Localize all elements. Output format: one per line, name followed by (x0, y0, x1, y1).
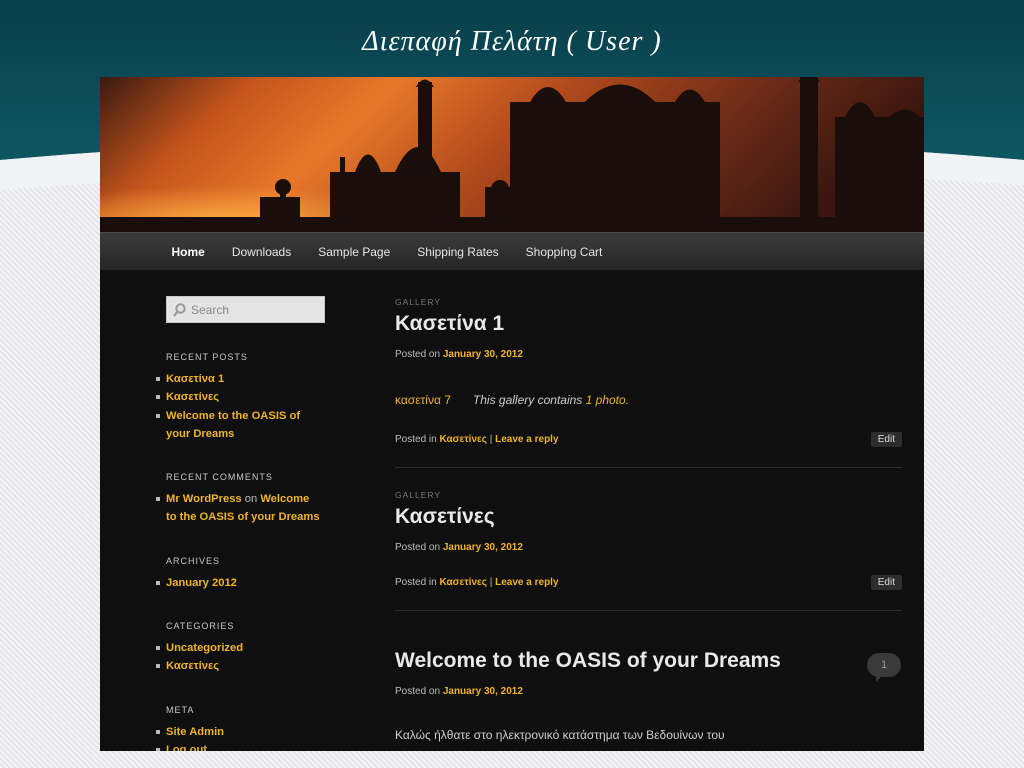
search-box[interactable] (166, 296, 325, 323)
post-date-link[interactable]: January 30, 2012 (443, 349, 523, 360)
post-welcome: Welcome to the OASIS of your Dreams 1 Po… (395, 649, 902, 742)
gallery-text: This gallery contains (472, 393, 583, 407)
recent-post-link[interactable]: Κασετίνες (156, 388, 346, 406)
post-meta: Posted on January 30, 2012 (395, 349, 902, 360)
comment-on-text: on (244, 493, 258, 506)
nav-item-downloads[interactable]: Downloads (218, 245, 304, 259)
post-category-link[interactable]: Κασετίνες (439, 434, 486, 445)
edit-button[interactable]: Edit (870, 432, 902, 447)
sidebar: RECENT POSTS Κασετίνα 1 Κασετίνες Welcom… (156, 296, 346, 751)
nav-item-sample-page[interactable]: Sample Page (305, 245, 404, 259)
post-divider (395, 467, 902, 468)
post-meta: Posted on January 30, 2012 (395, 686, 902, 697)
comment-post-link-line2[interactable]: to the OASIS of your Dreams (166, 511, 320, 523)
widget-title-recent-posts: RECENT POSTS (166, 352, 248, 362)
nav-item-home[interactable]: Home (158, 245, 218, 259)
post-excerpt: Καλώς ήλθατε στο ηλεκτρονικό κατάστημα τ… (395, 728, 725, 742)
comment-count-bubble[interactable]: 1 (867, 653, 901, 682)
recent-comment-item: Mr WordPress on Welcome to the OASIS of … (156, 490, 346, 527)
posted-on-text: Posted on (395, 349, 441, 360)
widget-categories: CATEGORIES Uncategorized Κασετίνες (156, 621, 346, 676)
leave-reply-link[interactable]: Leave a reply (495, 434, 558, 445)
post-title-link[interactable]: Welcome to the OASIS of your Dreams (395, 649, 902, 673)
widget-meta: META Site Admin Log out (156, 704, 346, 751)
comment-post-link[interactable]: Welcome (260, 493, 309, 505)
widget-title-meta: META (166, 704, 195, 715)
search-icon (173, 302, 186, 317)
post-category-label: GALLERY (395, 490, 442, 500)
nav-item-shipping-rates[interactable]: Shipping Rates (404, 245, 512, 259)
post-date-link[interactable]: January 30, 2012 (443, 686, 523, 697)
post-footer: Posted in Κασετίνες | Leave a reply Edit (395, 575, 902, 590)
search-input[interactable] (191, 302, 316, 317)
footer-separator: | (489, 577, 493, 588)
edit-button[interactable]: Edit (870, 575, 902, 590)
recent-post-link-line2[interactable]: your Dreams (166, 428, 234, 440)
header-banner (100, 77, 924, 232)
website-screenshot: Home Downloads Sample Page Shipping Rate… (100, 77, 924, 751)
posted-in-text: Posted in (395, 577, 437, 588)
recent-post-link-line1[interactable]: Welcome to the OASIS of (166, 410, 300, 422)
post-meta: Posted on January 30, 2012 (395, 542, 902, 553)
category-link[interactable]: Κασετίνες (156, 657, 346, 675)
post-gallery-kasetina-1: GALLERY Κασετίνα 1 Posted on January 30,… (395, 297, 902, 447)
post-category-link[interactable]: Κασετίνες (439, 577, 486, 588)
main-content: GALLERY Κασετίνα 1 Posted on January 30,… (395, 297, 902, 742)
post-divider (395, 610, 902, 611)
gallery-thumbnail-link[interactable]: κασετίνα 7 (395, 393, 451, 407)
post-date-link[interactable]: January 30, 2012 (443, 542, 523, 553)
posted-in-text: Posted in (395, 434, 437, 445)
post-gallery-kasetines: GALLERY Κασετίνες Posted on January 30, … (395, 490, 902, 590)
log-out-link[interactable]: Log out (156, 741, 346, 751)
post-category-label: GALLERY (395, 297, 442, 307)
gallery-description: This gallery contains 1 photo. (473, 393, 629, 407)
widget-title-categories: CATEGORIES (166, 621, 235, 632)
post-footer: Posted in Κασετίνες | Leave a reply Edit (395, 432, 902, 447)
gallery-preview: κασετίνα 7 This gallery contains 1 photo… (395, 393, 902, 407)
widget-recent-posts: RECENT POSTS Κασετίνα 1 Κασετίνες Welcom… (156, 352, 346, 444)
archive-link[interactable]: January 2012 (156, 574, 346, 592)
main-navigation: Home Downloads Sample Page Shipping Rate… (100, 232, 924, 270)
widget-title-recent-comments: RECENT COMMENTS (166, 472, 273, 483)
site-admin-link[interactable]: Site Admin (156, 723, 346, 741)
posted-on-text: Posted on (395, 686, 441, 697)
category-link[interactable]: Uncategorized (156, 639, 346, 657)
footer-separator: | (489, 434, 493, 445)
post-title-link[interactable]: Κασετίνες (395, 505, 902, 529)
recent-post-link[interactable]: Welcome to the OASIS of your Dreams (156, 407, 346, 444)
comment-author-link[interactable]: Mr WordPress (166, 493, 242, 505)
widget-title-archives: ARCHIVES (166, 555, 221, 566)
posted-on-text: Posted on (395, 542, 441, 553)
widget-archives: ARCHIVES January 2012 (156, 555, 346, 592)
gallery-end: . (625, 393, 630, 407)
slide-title: Διεπαφή Πελάτη ( User ) (362, 26, 662, 57)
leave-reply-link[interactable]: Leave a reply (495, 577, 558, 588)
gallery-count-link[interactable]: 1 photo (586, 393, 626, 407)
widget-recent-comments: RECENT COMMENTS Mr WordPress on Welcome … (156, 472, 346, 527)
post-title-link[interactable]: Κασετίνα 1 (395, 312, 902, 336)
sunset-silhouette-image (100, 77, 924, 232)
nav-item-shopping-cart[interactable]: Shopping Cart (512, 245, 616, 259)
recent-post-link[interactable]: Κασετίνα 1 (156, 370, 346, 388)
